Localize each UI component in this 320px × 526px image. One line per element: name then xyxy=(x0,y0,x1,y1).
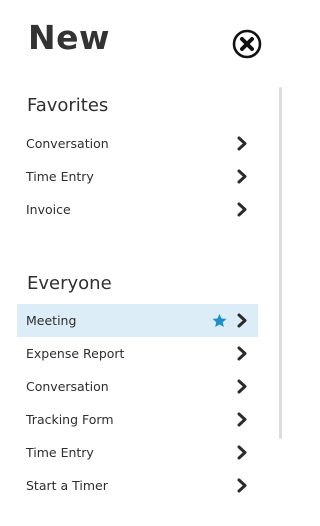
favorites-item-invoice[interactable]: Invoice xyxy=(17,193,258,226)
chevron-right-icon xyxy=(237,412,247,427)
chevron-right-icon xyxy=(237,136,247,151)
list-item-label: Conversation xyxy=(26,379,109,394)
chevron-right-icon xyxy=(237,478,247,493)
chevron-right-icon xyxy=(237,379,247,394)
chevron-right-icon xyxy=(237,202,247,217)
chevron-right-icon xyxy=(237,346,247,361)
everyone-item-tracking-form[interactable]: Tracking Form xyxy=(17,403,258,436)
panel-header: New xyxy=(0,0,282,84)
list-item-label: Time Entry xyxy=(26,169,94,184)
chevron-right-icon xyxy=(237,445,247,460)
favorites-item-conversation[interactable]: Conversation xyxy=(17,127,258,160)
everyone-list: Meeting Expense Report Conversation Trac… xyxy=(17,304,258,502)
scrollbar[interactable] xyxy=(279,87,282,439)
list-item-label: Meeting xyxy=(26,313,77,328)
everyone-item-expense-report[interactable]: Expense Report xyxy=(17,337,258,370)
favorites-list: Conversation Time Entry Invoice xyxy=(17,127,258,226)
list-item-label: Invoice xyxy=(26,202,71,217)
everyone-item-start-a-timer[interactable]: Start a Timer xyxy=(17,469,258,502)
list-item-label: Expense Report xyxy=(26,346,125,361)
page-title: New xyxy=(28,18,110,57)
close-button[interactable] xyxy=(232,29,262,59)
close-icon xyxy=(232,29,262,59)
chevron-right-icon xyxy=(237,313,247,328)
list-item-label: Time Entry xyxy=(26,445,94,460)
chevron-right-icon xyxy=(237,169,247,184)
everyone-heading: Everyone xyxy=(27,273,112,294)
list-item-label: Start a Timer xyxy=(26,478,108,493)
star-icon[interactable] xyxy=(211,313,228,329)
favorites-item-time-entry[interactable]: Time Entry xyxy=(17,160,258,193)
list-item-label: Conversation xyxy=(26,136,109,151)
everyone-item-meeting[interactable]: Meeting xyxy=(17,304,258,337)
everyone-item-conversation[interactable]: Conversation xyxy=(17,370,258,403)
everyone-item-time-entry[interactable]: Time Entry xyxy=(17,436,258,469)
favorites-heading: Favorites xyxy=(27,95,109,116)
list-item-label: Tracking Form xyxy=(26,412,114,427)
